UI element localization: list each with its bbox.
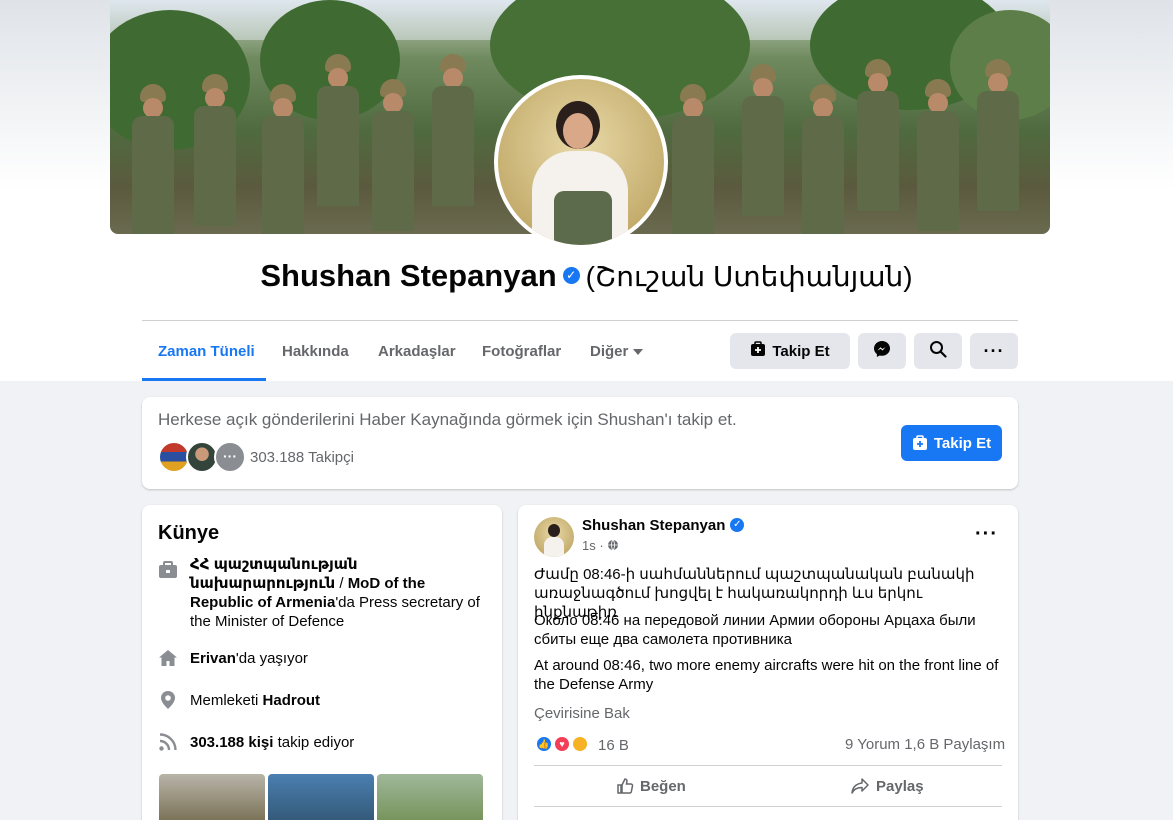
intro-title: Künye (158, 522, 220, 544)
like-icon (617, 778, 634, 794)
photo-thumbnail[interactable] (268, 774, 374, 820)
rss-feed-icon (158, 732, 178, 752)
profile-name: Shushan Stepanyan (260, 258, 557, 293)
cover-soldier (975, 59, 1021, 211)
post-divider (534, 765, 1002, 766)
love-reaction-icon[interactable]: ♥ (553, 735, 571, 753)
location-pin-icon (158, 690, 178, 710)
cover-soldier (130, 84, 176, 234)
cover-soldier (192, 74, 238, 226)
home-icon (158, 648, 178, 668)
briefcase-icon (158, 560, 178, 580)
reaction-count[interactable]: 16 B (598, 737, 629, 754)
photo-thumbnail[interactable] (377, 774, 483, 820)
cover-soldier (315, 54, 361, 206)
more-followers-icon[interactable]: ··· (214, 441, 246, 473)
follow-button[interactable]: Takip Et (730, 333, 850, 369)
cover-soldier (260, 84, 306, 234)
messenger-button[interactable] (858, 333, 906, 369)
follower-count[interactable]: 303.188 Takipçi (250, 449, 354, 466)
tab-more[interactable]: Diğer (590, 343, 644, 360)
caret-down-icon (633, 349, 644, 356)
follow-prompt-text: Herkese açık gönderilerini Haber Kaynağı… (158, 410, 737, 429)
tab-friends[interactable]: Arkadaşlar (378, 343, 456, 360)
share-button[interactable]: Paylaş (850, 777, 924, 795)
share-count[interactable]: 1,6 B Paylaşım (904, 736, 1005, 753)
lives-suffix: 'da yaşıyor (235, 650, 308, 667)
intro-lives: Erivan'da yaşıyor (190, 649, 486, 668)
tab-timeline[interactable]: Zaman Tüneli (158, 343, 255, 360)
follow-icon (912, 435, 928, 451)
cover-soldier (915, 79, 961, 231)
cover-soldier (670, 84, 716, 234)
follow-icon (750, 341, 766, 361)
verified-badge-icon: ✓ (562, 267, 580, 285)
post-divider (534, 806, 1002, 807)
messenger-icon (873, 340, 891, 362)
share-icon (851, 778, 869, 794)
verified-badge-icon: ✓ (730, 518, 745, 533)
header-divider (142, 320, 1018, 321)
post-meta: 1s · (582, 538, 619, 554)
search-icon (929, 340, 947, 362)
followers-suffix: takip ediyor (273, 734, 355, 751)
from-prefix: Memleketi (190, 692, 263, 709)
like-button[interactable]: Beğen (616, 777, 686, 795)
active-tab-indicator (142, 378, 266, 381)
photo-thumbnail[interactable] (159, 774, 265, 820)
cover-soldier (855, 59, 901, 211)
from-city-link[interactable]: Hadrout (263, 692, 321, 709)
post-text-russian: Около 08:46 на передовой линии Армии обо… (534, 612, 976, 648)
profile-alt-name: (Շուշան Ստեփանյան) (585, 261, 913, 292)
follow-button-primary[interactable]: Takip Et (901, 425, 1002, 461)
like-reaction-icon[interactable]: 👍 (535, 735, 553, 753)
care-reaction-icon[interactable] (571, 735, 589, 753)
profile-picture[interactable] (494, 75, 668, 249)
cover-soldier (800, 84, 846, 234)
intro-followers: 303.188 kişi takip ediyor (190, 733, 486, 752)
share-button-label: Paylaş (876, 777, 924, 795)
post-time[interactable]: 1s · (582, 538, 604, 553)
post-author-label: Shushan Stepanyan (582, 517, 726, 534)
tab-about[interactable]: Hakkında (282, 343, 349, 360)
work-separator: / (335, 575, 348, 592)
post-author-avatar[interactable] (534, 517, 574, 557)
cover-soldier (430, 54, 476, 206)
like-button-label: Beğen (640, 777, 686, 795)
see-translation-link[interactable]: Çevirisine Bak (534, 705, 630, 722)
comments-shares: 9 Yorum 1,6 B Paylaşım (845, 736, 1005, 753)
lives-city-link[interactable]: Erivan (190, 650, 236, 667)
followers-link[interactable]: 303.188 kişi (190, 734, 273, 751)
cover-soldier (370, 79, 416, 231)
follow-button-label: Takip Et (772, 342, 830, 360)
intro-work: ՀՀ պաշտպանության նախարարություն / MoD of… (190, 555, 486, 631)
intro-from: Memleketi Hadrout (190, 691, 486, 710)
globe-icon (607, 539, 619, 554)
tab-photos[interactable]: Fotoğraflar (482, 343, 561, 360)
more-icon: ··· (983, 340, 1005, 361)
post-author-name[interactable]: Shushan Stepanyan ✓ (582, 517, 750, 534)
cover-soldier (740, 64, 786, 216)
tab-more-label: Diğer (590, 343, 629, 360)
work-org-link[interactable]: ՀՀ պաշտպանության նախարարություն (190, 556, 357, 592)
profile-name-row: Shushan Stepanyan ✓ (Շուշան Ստեփանյան) (0, 258, 1173, 294)
search-button[interactable] (914, 333, 962, 369)
post-options-icon[interactable]: ··· (975, 523, 998, 546)
comment-count[interactable]: 9 Yorum (845, 736, 900, 753)
more-options-button[interactable]: ··· (970, 333, 1018, 369)
post-text-english: At around 08:46, two more enemy aircraft… (534, 657, 999, 693)
follow-button-primary-label: Takip Et (933, 434, 992, 452)
